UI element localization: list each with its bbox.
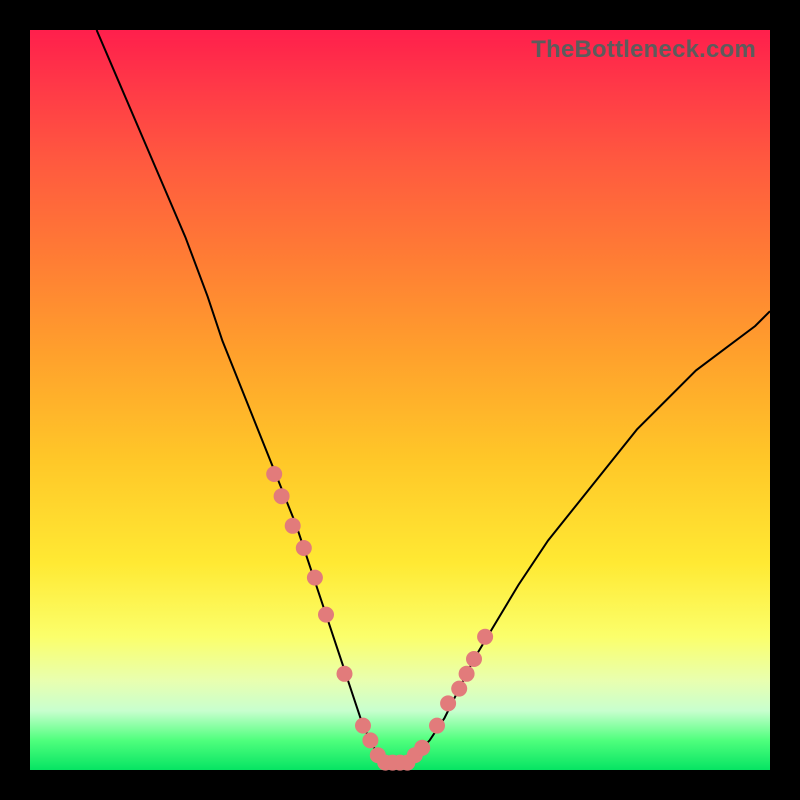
highlight-marker — [362, 732, 378, 748]
highlight-marker — [451, 681, 467, 697]
highlight-marker — [307, 570, 323, 586]
bottleneck-curve — [97, 30, 770, 763]
highlight-marker — [274, 488, 290, 504]
highlight-marker — [355, 718, 371, 734]
highlight-marker — [285, 518, 301, 534]
highlight-marker — [459, 666, 475, 682]
highlight-marker — [477, 629, 493, 645]
plot-svg — [30, 30, 770, 770]
highlight-marker — [318, 607, 334, 623]
highlight-marker — [266, 466, 282, 482]
highlight-marker — [414, 740, 430, 756]
highlight-markers — [266, 466, 493, 771]
chart-area: TheBottleneck.com — [30, 30, 770, 770]
highlight-marker — [440, 695, 456, 711]
highlight-marker — [337, 666, 353, 682]
highlight-marker — [466, 651, 482, 667]
highlight-marker — [429, 718, 445, 734]
highlight-marker — [296, 540, 312, 556]
